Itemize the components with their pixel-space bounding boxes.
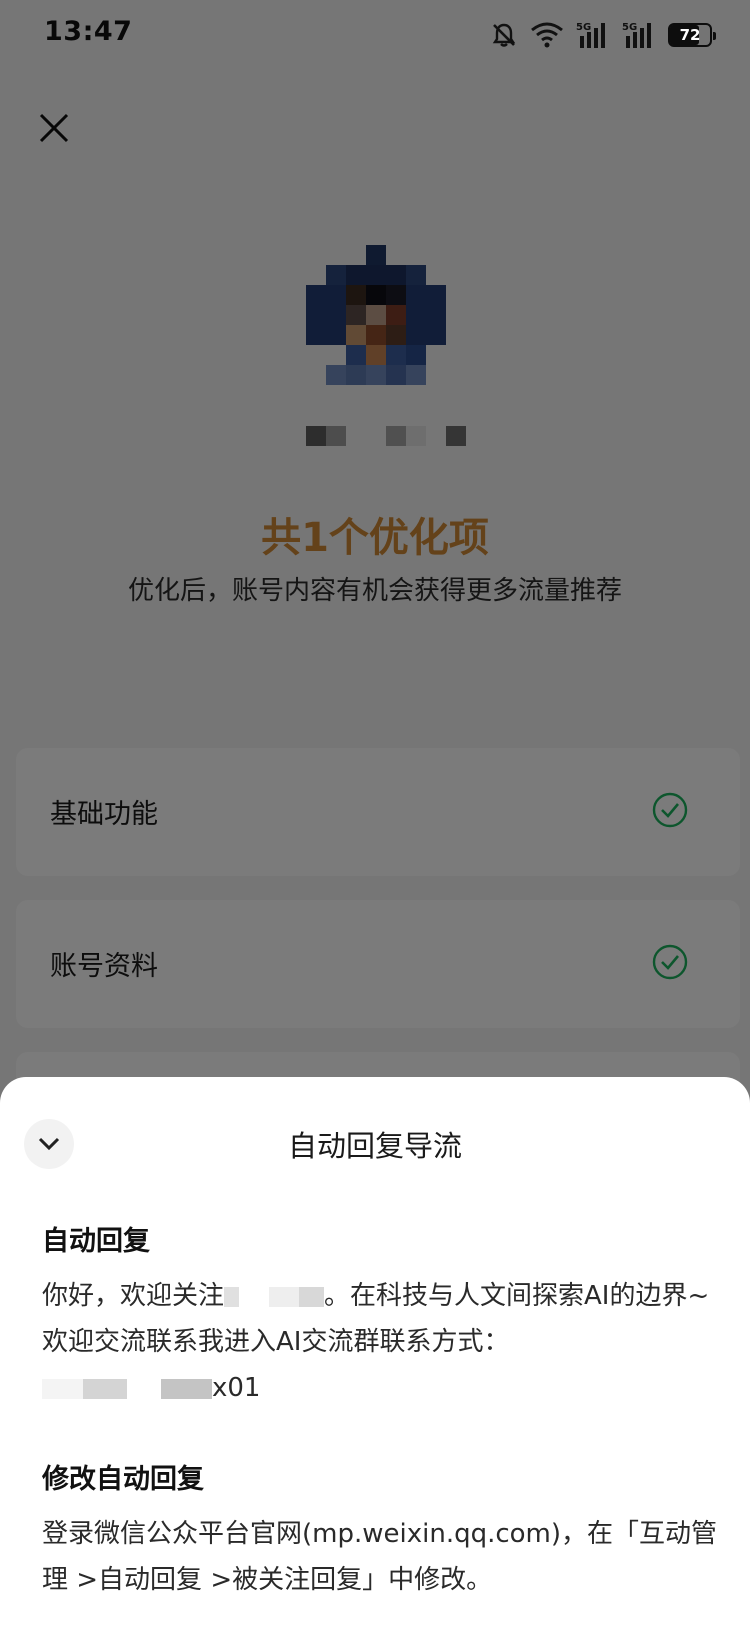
auto-reply-heading: 自动回复 xyxy=(42,1226,150,1257)
auto-reply-sheet: 自动回复导流 自动回复 你好，欢迎关注 。在科技与人文间探索AI的边界~欢迎交流联… xyxy=(0,1077,750,1648)
auto-reply-content: 你好，欢迎关注 。在科技与人文间探索AI的边界~欢迎交流联系我进入AI交流群联系方… xyxy=(42,1273,722,1411)
auto-reply-text-suffix: x01 xyxy=(212,1373,261,1403)
modify-auto-reply-instructions: 登录微信公众平台官网(mp.weixin.qq.com)，在「互动管理 >自动回… xyxy=(42,1519,718,1595)
redacted-contact xyxy=(42,1378,212,1399)
auto-reply-text-prefix: 你好，欢迎关注 xyxy=(42,1281,225,1311)
sheet-title: 自动回复导流 xyxy=(287,1129,462,1163)
battery-percent: 72 xyxy=(679,26,701,44)
redacted-account-name xyxy=(224,1286,325,1307)
modify-auto-reply-heading: 修改自动回复 xyxy=(42,1464,204,1495)
